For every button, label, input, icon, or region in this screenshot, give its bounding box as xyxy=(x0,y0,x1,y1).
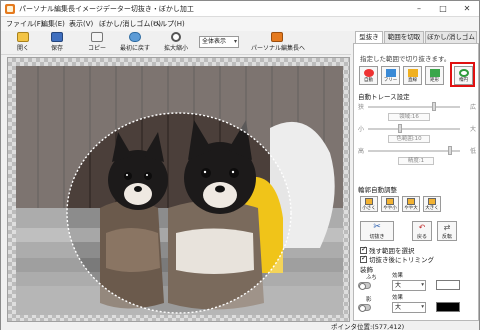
menu-view[interactable]: 表示(V) xyxy=(69,19,93,29)
chevron-down-icon: ▾ xyxy=(233,38,237,45)
folder-open-icon xyxy=(17,32,29,42)
range-adjust-label: 輪郭自動調整 xyxy=(358,186,397,194)
lasso-icon xyxy=(385,69,396,77)
minimize-button[interactable]: – xyxy=(407,1,431,17)
chevron-down-icon: ▾ xyxy=(421,304,424,310)
tool-panel: 型抜き 範囲を切取 ぼかし/消しゴム 指定した範囲で切り抜きます。 自動 フリー… xyxy=(353,31,479,321)
instruction-text: 指定した範囲で切り抜きます。 xyxy=(360,55,451,63)
menu-help[interactable]: ヘルプ(H) xyxy=(153,19,185,29)
adjust-larger-button[interactable]: 大きく xyxy=(423,196,441,212)
send-arrow-icon xyxy=(271,32,283,42)
rectangle-icon xyxy=(429,69,440,77)
mode-rect-button[interactable]: 矩形 xyxy=(425,66,444,85)
reverse-icon: ⇄ xyxy=(443,223,451,232)
zoom-select[interactable]: 全体表示 ▾ xyxy=(199,36,239,48)
shadow-size-caption: 効果 xyxy=(392,273,404,279)
reverse-button[interactable]: ⇄ 反転 xyxy=(437,221,457,241)
mode-auto-button[interactable]: 自動 xyxy=(359,66,378,85)
copy-button[interactable]: コピー xyxy=(85,32,109,54)
magic-wand-icon xyxy=(363,69,374,77)
menu-blur-eraser[interactable]: ぼかし/消しゴム(U) xyxy=(99,19,161,29)
mode-line-button[interactable]: 直線 xyxy=(403,66,422,85)
mode-free-button[interactable]: フリー xyxy=(381,66,400,85)
copy-icon xyxy=(91,32,103,42)
title-bar: パーソナル編集長イメージデーター切抜き・ぼかし加工 – □ ✕ xyxy=(1,1,479,17)
photo-preview xyxy=(16,66,343,315)
grow-icon xyxy=(428,198,436,205)
back-arrow-icon: ↶ xyxy=(418,223,426,232)
maximize-button[interactable]: □ xyxy=(431,1,455,17)
glow-color-swatch[interactable] xyxy=(436,302,460,312)
app-icon xyxy=(5,4,15,14)
shadow-color-swatch[interactable] xyxy=(436,280,460,290)
menu-file[interactable]: ファイル(F) xyxy=(6,19,44,29)
shadow-label: ふち xyxy=(366,275,377,281)
shadow-size-select[interactable]: 大 ▾ xyxy=(392,280,426,291)
panel-body: 指定した範囲で切り抜きます。 自動 フリー 直線 矩形 楕円 自動トレース設定 … xyxy=(353,43,479,321)
glow-toggle[interactable] xyxy=(358,304,371,312)
color-range-slider[interactable]: 小 大 xyxy=(358,124,476,133)
menu-bar: ファイル(F) 編集(E) 表示(V) ぼかし/消しゴム(U) ヘルプ(H) xyxy=(1,17,479,31)
shrink-slight-icon xyxy=(386,198,394,205)
selected-mode-highlight xyxy=(450,62,475,87)
area-slider[interactable]: 狭 広 xyxy=(358,102,476,111)
undo-icon xyxy=(129,32,141,42)
save-button[interactable]: 保存 xyxy=(45,32,69,54)
precision-slider[interactable]: 高 低 xyxy=(358,146,476,155)
shrink-icon xyxy=(365,198,373,205)
menu-edit[interactable]: 編集(E) xyxy=(41,19,65,29)
toolbar: 開く 保存 コピー 最初に戻す 拡大縮小 全体表示 ▾ パーソナル編集長へ xyxy=(1,31,351,55)
precision-value: 精度:1 xyxy=(398,157,434,165)
save-disk-icon xyxy=(51,32,63,42)
precision-slider-thumb[interactable] xyxy=(448,146,452,155)
area-slider-thumb[interactable] xyxy=(432,102,436,111)
chevron-down-icon: ▾ xyxy=(421,282,424,288)
adjust-slightly-smaller-button[interactable]: やや小 xyxy=(381,196,399,212)
pointer-position: ポインタ位置:(577,412) xyxy=(331,323,405,330)
shadow-toggle[interactable] xyxy=(358,282,371,290)
grow-slight-icon xyxy=(407,198,415,205)
line-icon xyxy=(407,69,418,77)
magnifier-icon xyxy=(171,32,181,42)
zoom-button[interactable]: 拡大縮小 xyxy=(161,32,191,54)
color-range-value: 色範囲:10 xyxy=(388,135,430,143)
status-bar: ポインタ位置:(577,412) xyxy=(1,322,479,330)
app-window: パーソナル編集長イメージデーター切抜き・ぼかし加工 – □ ✕ ファイル(F) … xyxy=(0,0,480,330)
trim-after-cut-checkbox[interactable]: 切抜き後にトリミング xyxy=(360,254,434,264)
window-title: パーソナル編集長イメージデーター切抜き・ぼかし加工 xyxy=(19,5,194,13)
glow-size-select[interactable]: 大 ▾ xyxy=(392,302,426,313)
adjust-smaller-button[interactable]: 小さく xyxy=(360,196,378,212)
glow-label: 影 xyxy=(366,297,372,303)
scissors-icon: ✂ xyxy=(373,222,381,232)
back-button[interactable]: ↶ 戻る xyxy=(412,221,432,241)
effect2-label: 効果 xyxy=(392,295,404,301)
tab-range-cut[interactable]: 範囲を切取 xyxy=(384,31,424,43)
cut-button[interactable]: ✂ 切抜き xyxy=(360,221,394,241)
adjust-slightly-larger-button[interactable]: やや大 xyxy=(402,196,420,212)
color-range-slider-thumb[interactable] xyxy=(398,124,402,133)
open-button[interactable]: 開く xyxy=(11,32,35,54)
area-value: 領域:16 xyxy=(388,113,430,121)
close-button[interactable]: ✕ xyxy=(455,1,479,17)
image-canvas[interactable] xyxy=(7,57,350,322)
revert-button[interactable]: 最初に戻す xyxy=(119,32,151,54)
tab-blur-eraser[interactable]: ぼかし/消しゴム xyxy=(425,31,477,43)
auto-trace-label: 自動トレース設定 xyxy=(358,93,410,101)
send-to-editor-button[interactable]: パーソナル編集長へ xyxy=(251,32,305,54)
